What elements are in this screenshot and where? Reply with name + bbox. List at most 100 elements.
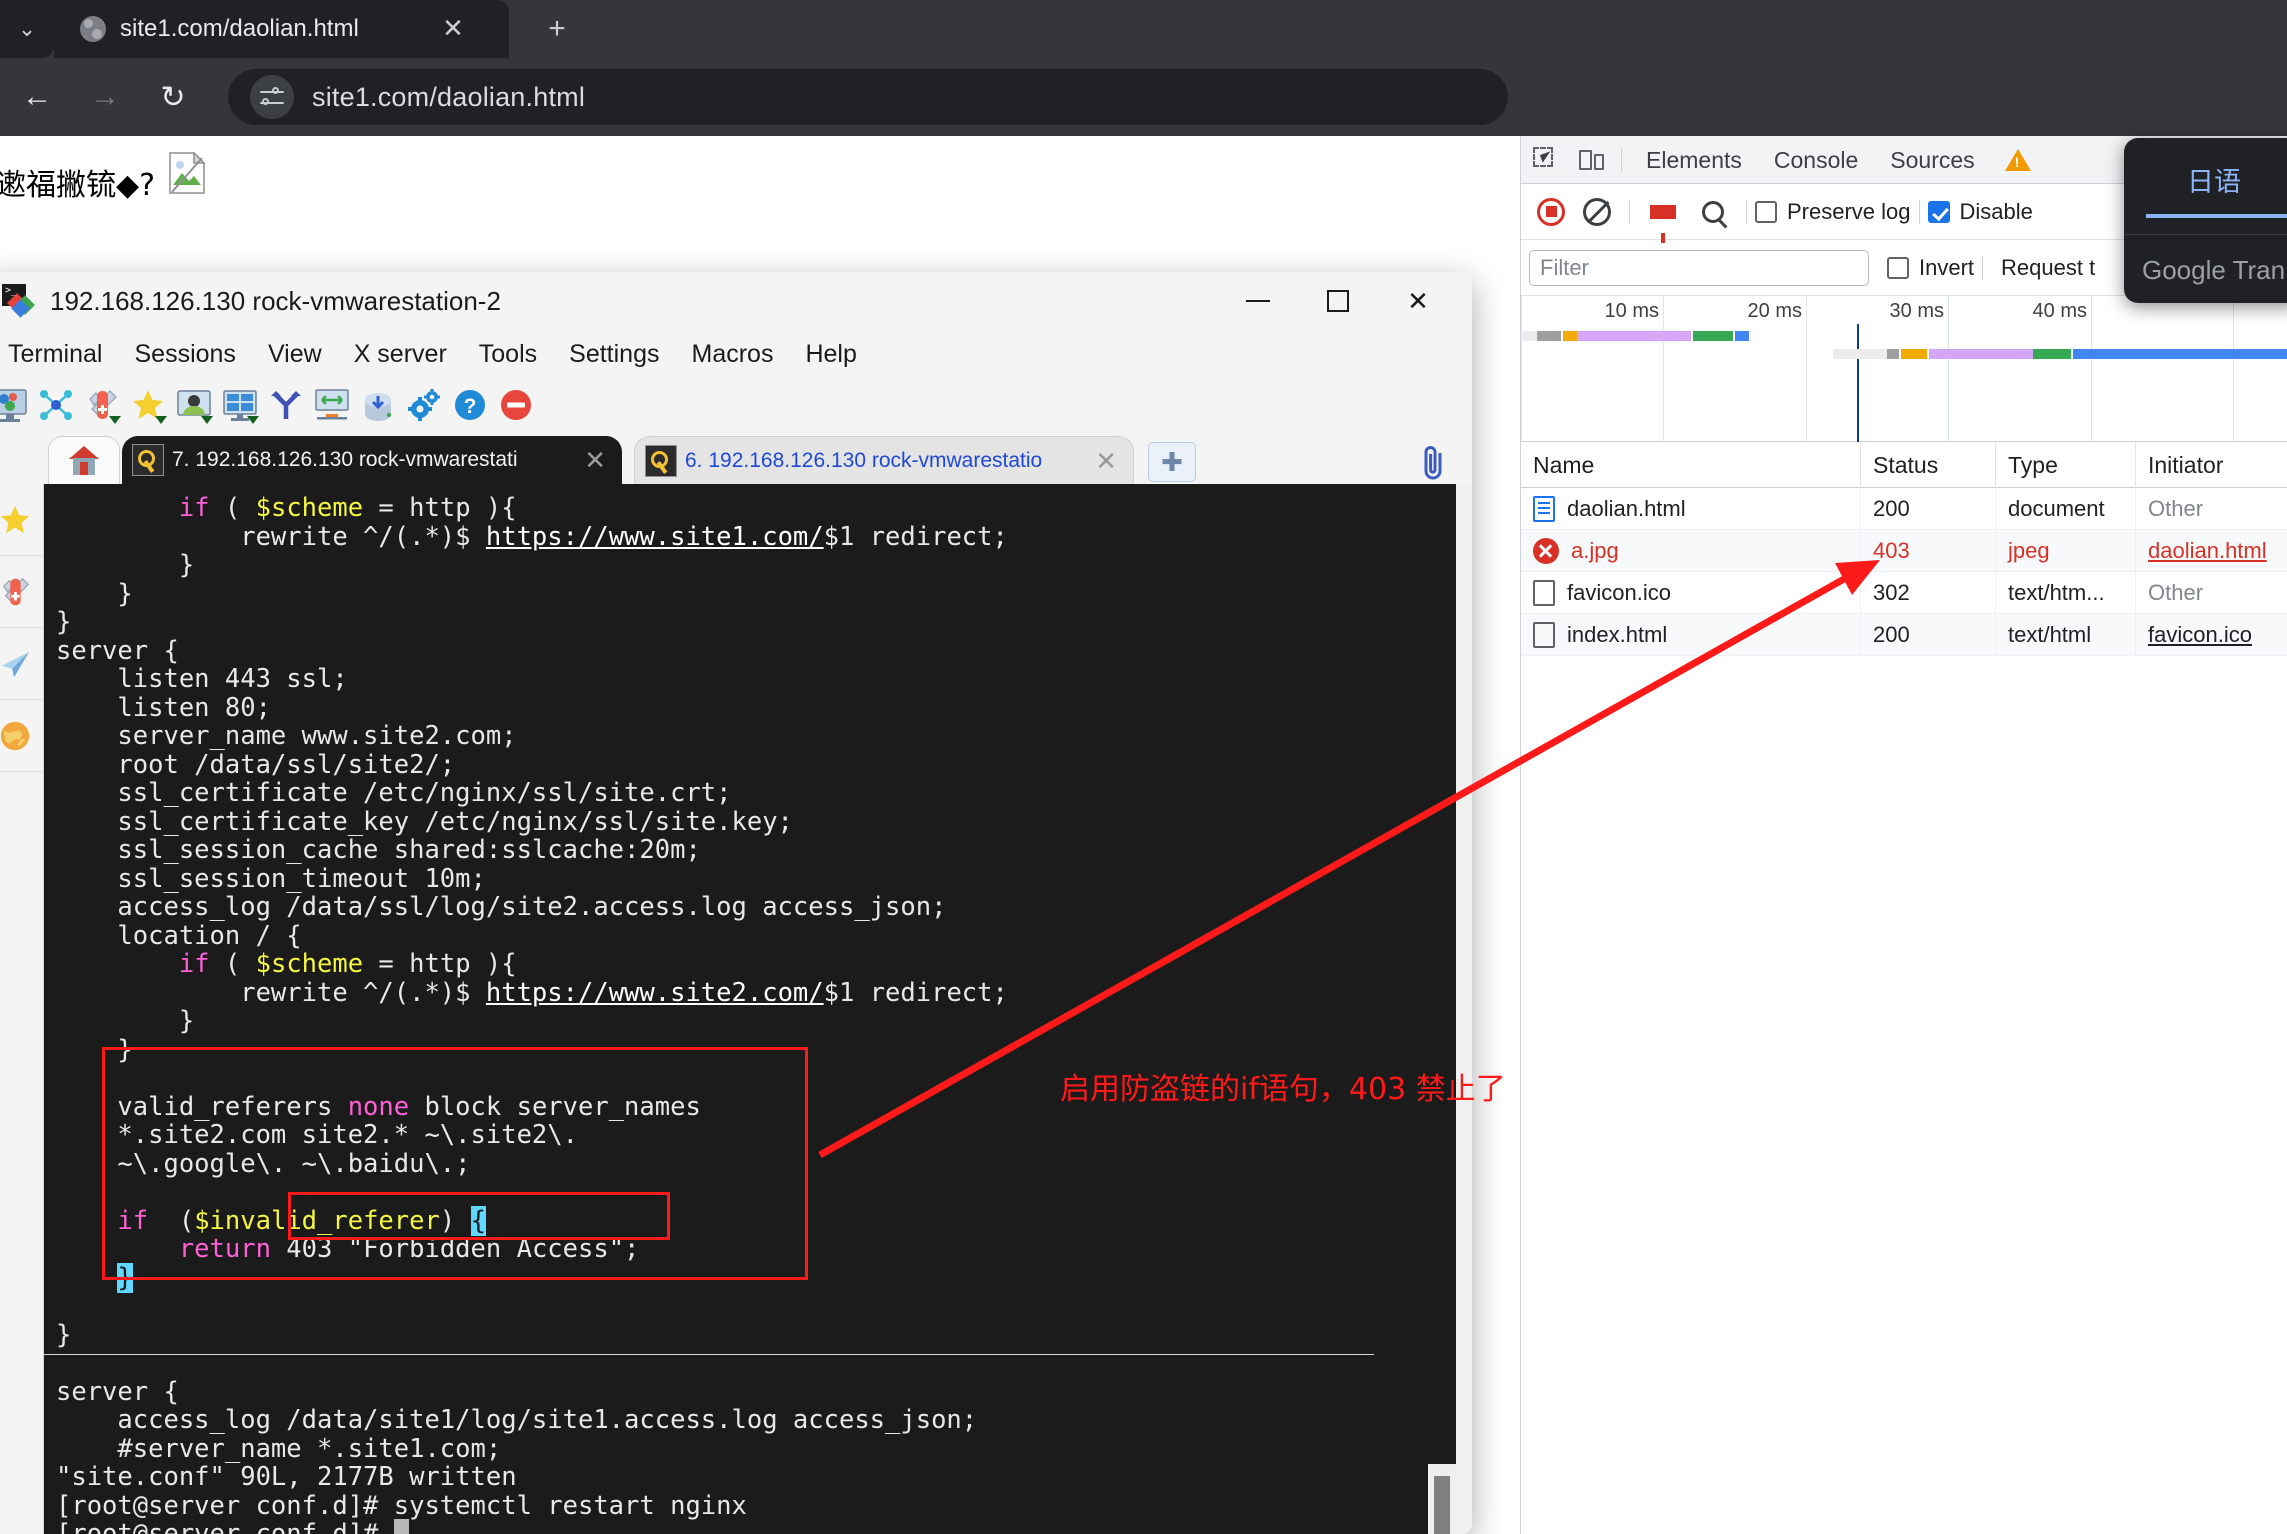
games-icon[interactable] — [130, 387, 167, 424]
mobaxterm-logo-icon — [2, 284, 36, 318]
menu-item-macros[interactable]: Macros — [676, 331, 790, 377]
column-header-status[interactable]: Status — [1861, 441, 1996, 488]
table-row[interactable]: a.jpg 403 jpeg daolian.html — [1521, 529, 2287, 572]
waterfall-segment — [1833, 349, 1887, 359]
sidebar-item-tools[interactable] — [0, 556, 44, 628]
sidebar-item-star[interactable] — [0, 484, 44, 556]
close-icon[interactable]: ✕ — [1095, 446, 1117, 477]
home-tab[interactable] — [48, 436, 120, 484]
filter-input[interactable]: Filter — [1529, 249, 1869, 286]
split-icon[interactable] — [268, 387, 304, 423]
request-status: 302 — [1861, 571, 1996, 614]
terminal-output[interactable]: if ( $scheme = http ){ rewrite ^/(.*)$ h… — [44, 484, 1456, 1534]
request-status: 200 — [1861, 613, 1996, 656]
menu-item-help[interactable]: Help — [789, 331, 872, 377]
tab-elements[interactable]: Elements — [1630, 137, 1758, 183]
tab-list-chevron-icon[interactable]: ⌄ — [0, 0, 54, 58]
menu-item-view[interactable]: View — [252, 331, 338, 377]
tools-knife-icon[interactable] — [84, 387, 121, 424]
menu-item-xserver[interactable]: X server — [338, 331, 463, 377]
multiexec-icon[interactable] — [314, 387, 350, 423]
table-row[interactable]: favicon.ico 302 text/htm... Other — [1521, 571, 2287, 614]
browser-tab[interactable]: site1.com/daolian.html ✕ — [54, 0, 509, 58]
window-title: 192.168.126.130 rock-vmwarestation-2 — [50, 285, 501, 316]
forward-button[interactable]: → — [74, 66, 136, 128]
waterfall-segment — [1521, 331, 1537, 341]
paperclip-icon[interactable] — [1416, 442, 1450, 482]
browser-tab-strip: ⌄ site1.com/daolian.html ✕ + — [0, 0, 2287, 58]
settings-icon[interactable] — [406, 387, 442, 423]
preserve-log-checkbox[interactable] — [1755, 200, 1777, 223]
mobaxterm-sidebar — [0, 484, 44, 1534]
translate-language-tab[interactable]: 日语 — [2124, 160, 2287, 199]
session-icon[interactable] — [0, 387, 28, 423]
mobaxterm-titlebar[interactable]: 192.168.126.130 rock-vmwarestation-2 ✕ — [0, 272, 1472, 330]
tab-console[interactable]: Console — [1758, 137, 1874, 183]
table-row[interactable]: index.html 200 text/html favicon.ico — [1521, 613, 2287, 656]
timeline-tick: 40 ms — [2032, 300, 2087, 322]
waterfall-segment — [1887, 349, 1899, 359]
close-icon[interactable]: ✕ — [437, 13, 469, 45]
view-split-icon[interactable] — [222, 387, 259, 424]
inspect-element-icon[interactable] — [1525, 139, 1567, 181]
new-tab-button[interactable]: + — [534, 8, 580, 52]
globe-icon — [0, 721, 30, 750]
filter-funnel-icon[interactable] — [1650, 204, 1676, 243]
tunneling-icon[interactable] — [360, 387, 396, 423]
invert-checkbox[interactable] — [1887, 256, 1909, 279]
close-icon[interactable]: ✕ — [584, 445, 606, 476]
clear-icon[interactable] — [1583, 197, 1611, 226]
tab-sources[interactable]: Sources — [1874, 137, 1990, 183]
record-stop-icon[interactable] — [1537, 197, 1565, 226]
column-header-name[interactable]: Name — [1521, 441, 1861, 488]
menu-item-terminal[interactable]: Terminal — [0, 331, 118, 377]
menu-item-sessions[interactable]: Sessions — [118, 331, 251, 377]
waterfall-segment — [2033, 349, 2071, 359]
request-status: 403 — [1861, 529, 1996, 572]
waterfall-segment — [1901, 349, 1927, 359]
exit-icon[interactable] — [498, 387, 534, 423]
column-header-type[interactable]: Type — [1996, 441, 2136, 488]
page-settings-icon[interactable] — [250, 75, 294, 119]
sidebar-item-macros[interactable] — [0, 700, 44, 772]
terminal-tab-inactive[interactable]: 6. 192.168.126.130 rock-vmwarestatio ✕ — [634, 436, 1134, 484]
request-name-cell[interactable]: daolian.html — [1521, 487, 1861, 530]
address-bar[interactable]: site1.com/daolian.html — [228, 69, 1508, 125]
device-toolbar-icon[interactable] — [1571, 139, 1613, 181]
terminal-tab-active[interactable]: 7. 192.168.126.130 rock-vmwarestati ✕ — [122, 436, 622, 484]
disable-cache-checkbox[interactable] — [1927, 200, 1950, 223]
warning-triangle-icon[interactable] — [2004, 148, 2031, 171]
servers-icon[interactable] — [38, 387, 74, 423]
terminal-scrollbar[interactable] — [1428, 1464, 1456, 1534]
request-name-cell[interactable]: a.jpg — [1521, 529, 1861, 572]
request-name-cell[interactable]: index.html — [1521, 613, 1861, 656]
request-types-label[interactable]: Request t — [2001, 255, 2095, 281]
sessions-user-icon[interactable] — [176, 387, 213, 424]
divider — [1629, 199, 1630, 224]
close-button[interactable]: ✕ — [1378, 272, 1458, 330]
table-header-row: Name Status Type Initiator — [1521, 441, 2287, 488]
reload-button[interactable]: ↻ — [142, 66, 204, 128]
request-type: text/htm... — [1996, 571, 2136, 614]
column-header-initiator[interactable]: Initiator — [2136, 442, 2287, 488]
request-name-cell[interactable]: favicon.ico — [1521, 571, 1861, 614]
menu-item-settings[interactable]: Settings — [553, 331, 675, 377]
vim-status-divider — [44, 1354, 1374, 1355]
minimize-button[interactable] — [1218, 272, 1298, 330]
sidebar-item-sftp[interactable] — [0, 628, 44, 700]
terminal-text: if ( $scheme = http ){ rewrite ^/(.*)$ h… — [56, 494, 1008, 1534]
waterfall-segment — [1735, 331, 1749, 341]
table-row[interactable]: daolian.html 200 document Other — [1521, 487, 2287, 530]
request-initiator[interactable]: daolian.html — [2136, 530, 2287, 572]
google-translate-popup[interactable]: 日语 Google Tran — [2124, 138, 2287, 303]
back-button[interactable]: ← — [6, 66, 68, 128]
request-initiator[interactable]: favicon.ico — [2136, 614, 2287, 656]
window-controls: ✕ — [1218, 272, 1458, 330]
new-terminal-tab-button[interactable]: ✚ — [1148, 442, 1196, 482]
help-icon[interactable]: ? — [452, 387, 488, 423]
search-icon[interactable] — [1702, 200, 1724, 223]
maximize-button[interactable] — [1298, 272, 1378, 330]
mobaxterm-tabbar: 7. 192.168.126.130 rock-vmwarestati ✕ 6.… — [0, 432, 1472, 484]
network-timeline[interactable]: 10 ms 20 ms 30 ms 40 ms — [1521, 296, 2287, 442]
menu-item-tools[interactable]: Tools — [463, 331, 553, 377]
